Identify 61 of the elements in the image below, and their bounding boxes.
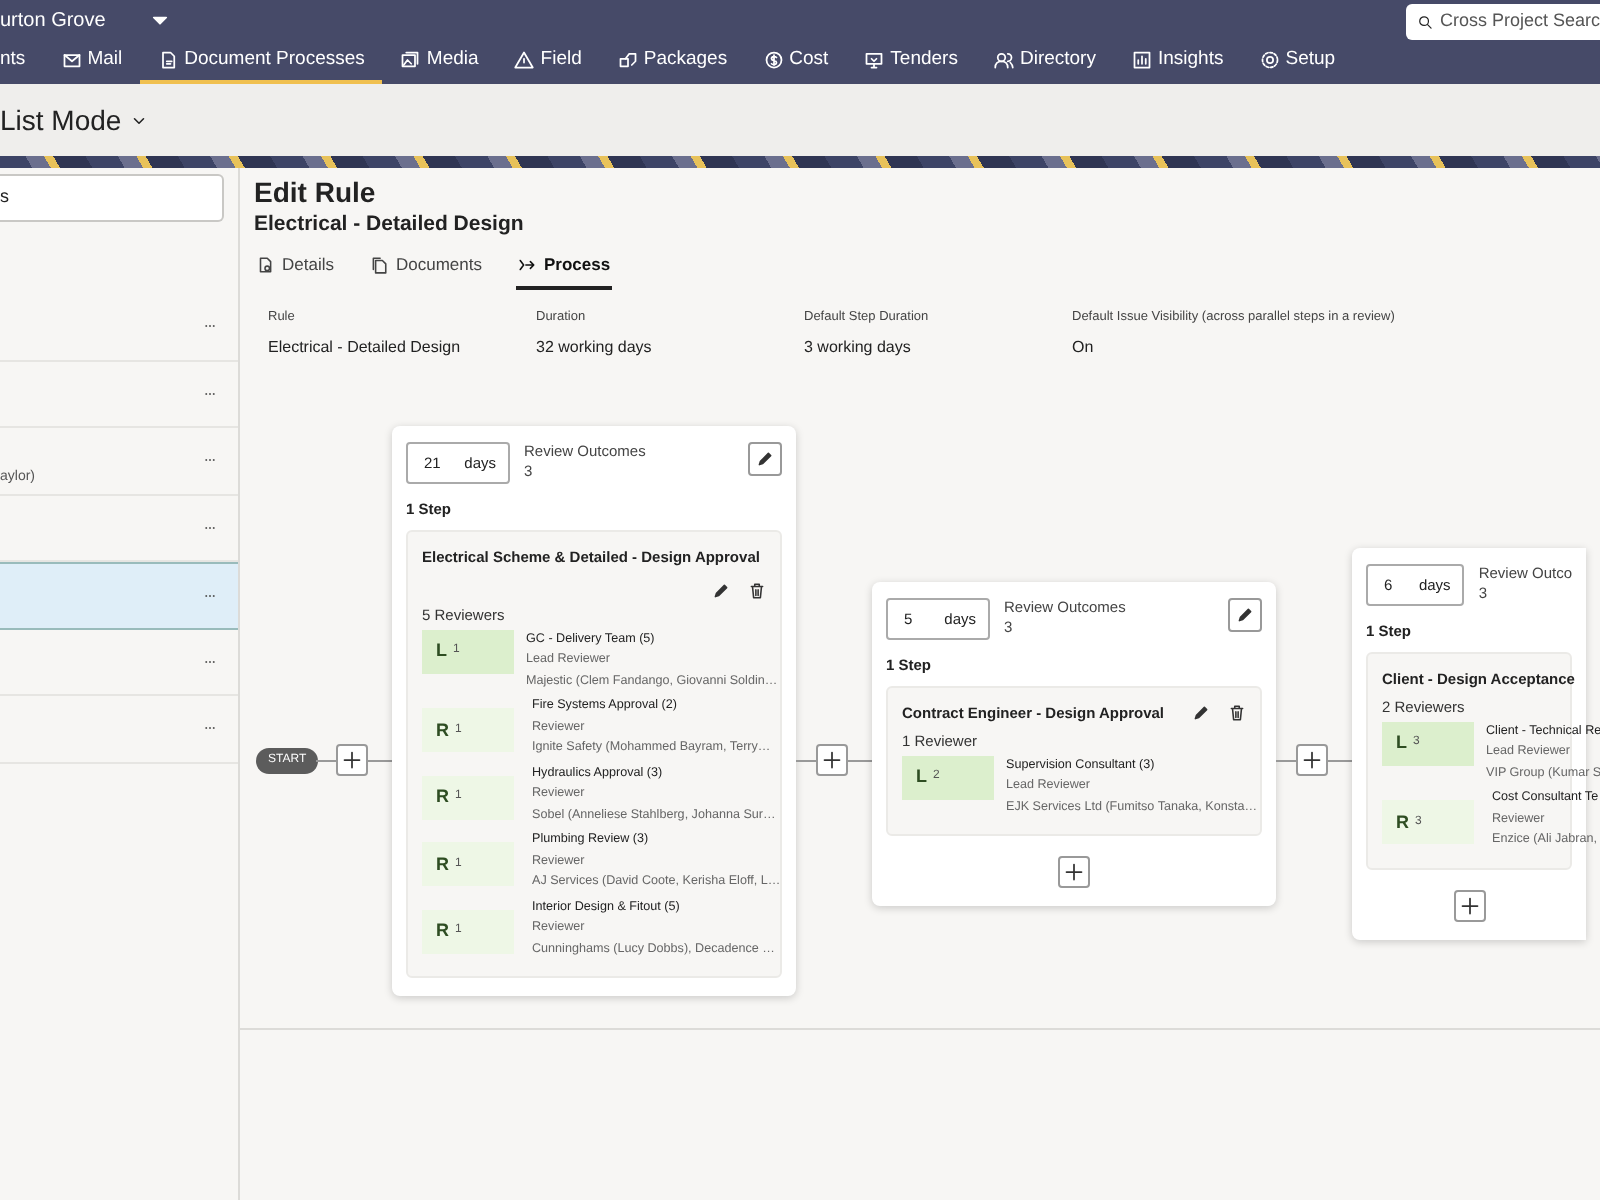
trash-icon[interactable] — [1228, 704, 1246, 723]
warning-icon — [514, 50, 535, 70]
nav-tab[interactable]: Field — [496, 40, 600, 84]
settings-icon — [1259, 50, 1280, 70]
nav-tab[interactable]: Cost — [745, 40, 847, 84]
nav-tab[interactable]: Packages — [599, 40, 746, 84]
people-icon — [993, 50, 1014, 70]
monitor-icon — [864, 50, 885, 70]
connector-line — [848, 760, 872, 762]
field-value: 3 working days — [804, 335, 913, 359]
connector-line — [1276, 760, 1296, 762]
add-button[interactable] — [1453, 889, 1485, 922]
pencil-icon — [1236, 606, 1254, 624]
images-icon — [400, 50, 421, 70]
document-icon — [158, 50, 179, 70]
nav-tab[interactable]: Insights — [1113, 40, 1242, 84]
trash-icon[interactable] — [748, 581, 766, 599]
nav-tab[interactable]: Setup — [1241, 40, 1354, 84]
add-button[interactable] — [816, 744, 848, 776]
project-name[interactable]: urton Grove — [0, 5, 106, 35]
connector-line — [1328, 760, 1352, 762]
page-heading: Edit Rule — [254, 174, 378, 210]
search-field[interactable]: Cross Project Searc — [1406, 4, 1600, 40]
field-value: 32 working days — [536, 335, 654, 359]
field-value: On — [1072, 335, 1096, 359]
tab[interactable]: Details — [254, 246, 336, 290]
plus-icon — [822, 750, 842, 770]
pencil-icon[interactable] — [712, 581, 730, 599]
add-button[interactable] — [1058, 856, 1090, 889]
plus-icon — [1064, 862, 1084, 883]
edit-button[interactable] — [1228, 598, 1262, 632]
document-gear-icon — [256, 255, 274, 274]
add-button[interactable] — [336, 744, 368, 776]
search-field[interactable]: s — [0, 174, 224, 222]
process-arrow-icon — [517, 255, 536, 274]
pencil-icon — [756, 450, 774, 468]
nav-tab[interactable]: nts — [0, 40, 44, 84]
search-icon — [1418, 12, 1432, 32]
connector-line — [796, 760, 816, 762]
nav-tab[interactable]: Directory — [975, 40, 1114, 84]
page-title[interactable]: List Mode — [0, 99, 122, 141]
add-button[interactable] — [1296, 744, 1328, 776]
pencil-icon[interactable] — [1192, 704, 1210, 723]
nav-tab[interactable]: Media — [382, 40, 497, 84]
nav-tab[interactable]: Tenders — [846, 40, 976, 84]
rule-name: Electrical - Detailed Design — [254, 210, 526, 238]
connector-line — [368, 760, 392, 762]
documents-icon — [369, 255, 388, 274]
tab[interactable]: Process — [515, 246, 613, 290]
field-value: Electrical - Detailed Design — [268, 335, 463, 359]
nav-tab[interactable]: Mail — [43, 40, 141, 84]
chart-icon — [1131, 50, 1152, 70]
connector-line — [316, 760, 336, 762]
edit-button[interactable] — [748, 442, 782, 476]
mail-icon — [61, 50, 82, 70]
dollar-icon — [763, 50, 784, 70]
plus-icon — [1459, 895, 1479, 916]
plus-icon — [1302, 750, 1322, 770]
plus-icon — [342, 750, 362, 770]
boxes-icon — [617, 50, 638, 70]
tab[interactable]: Documents — [367, 246, 484, 290]
